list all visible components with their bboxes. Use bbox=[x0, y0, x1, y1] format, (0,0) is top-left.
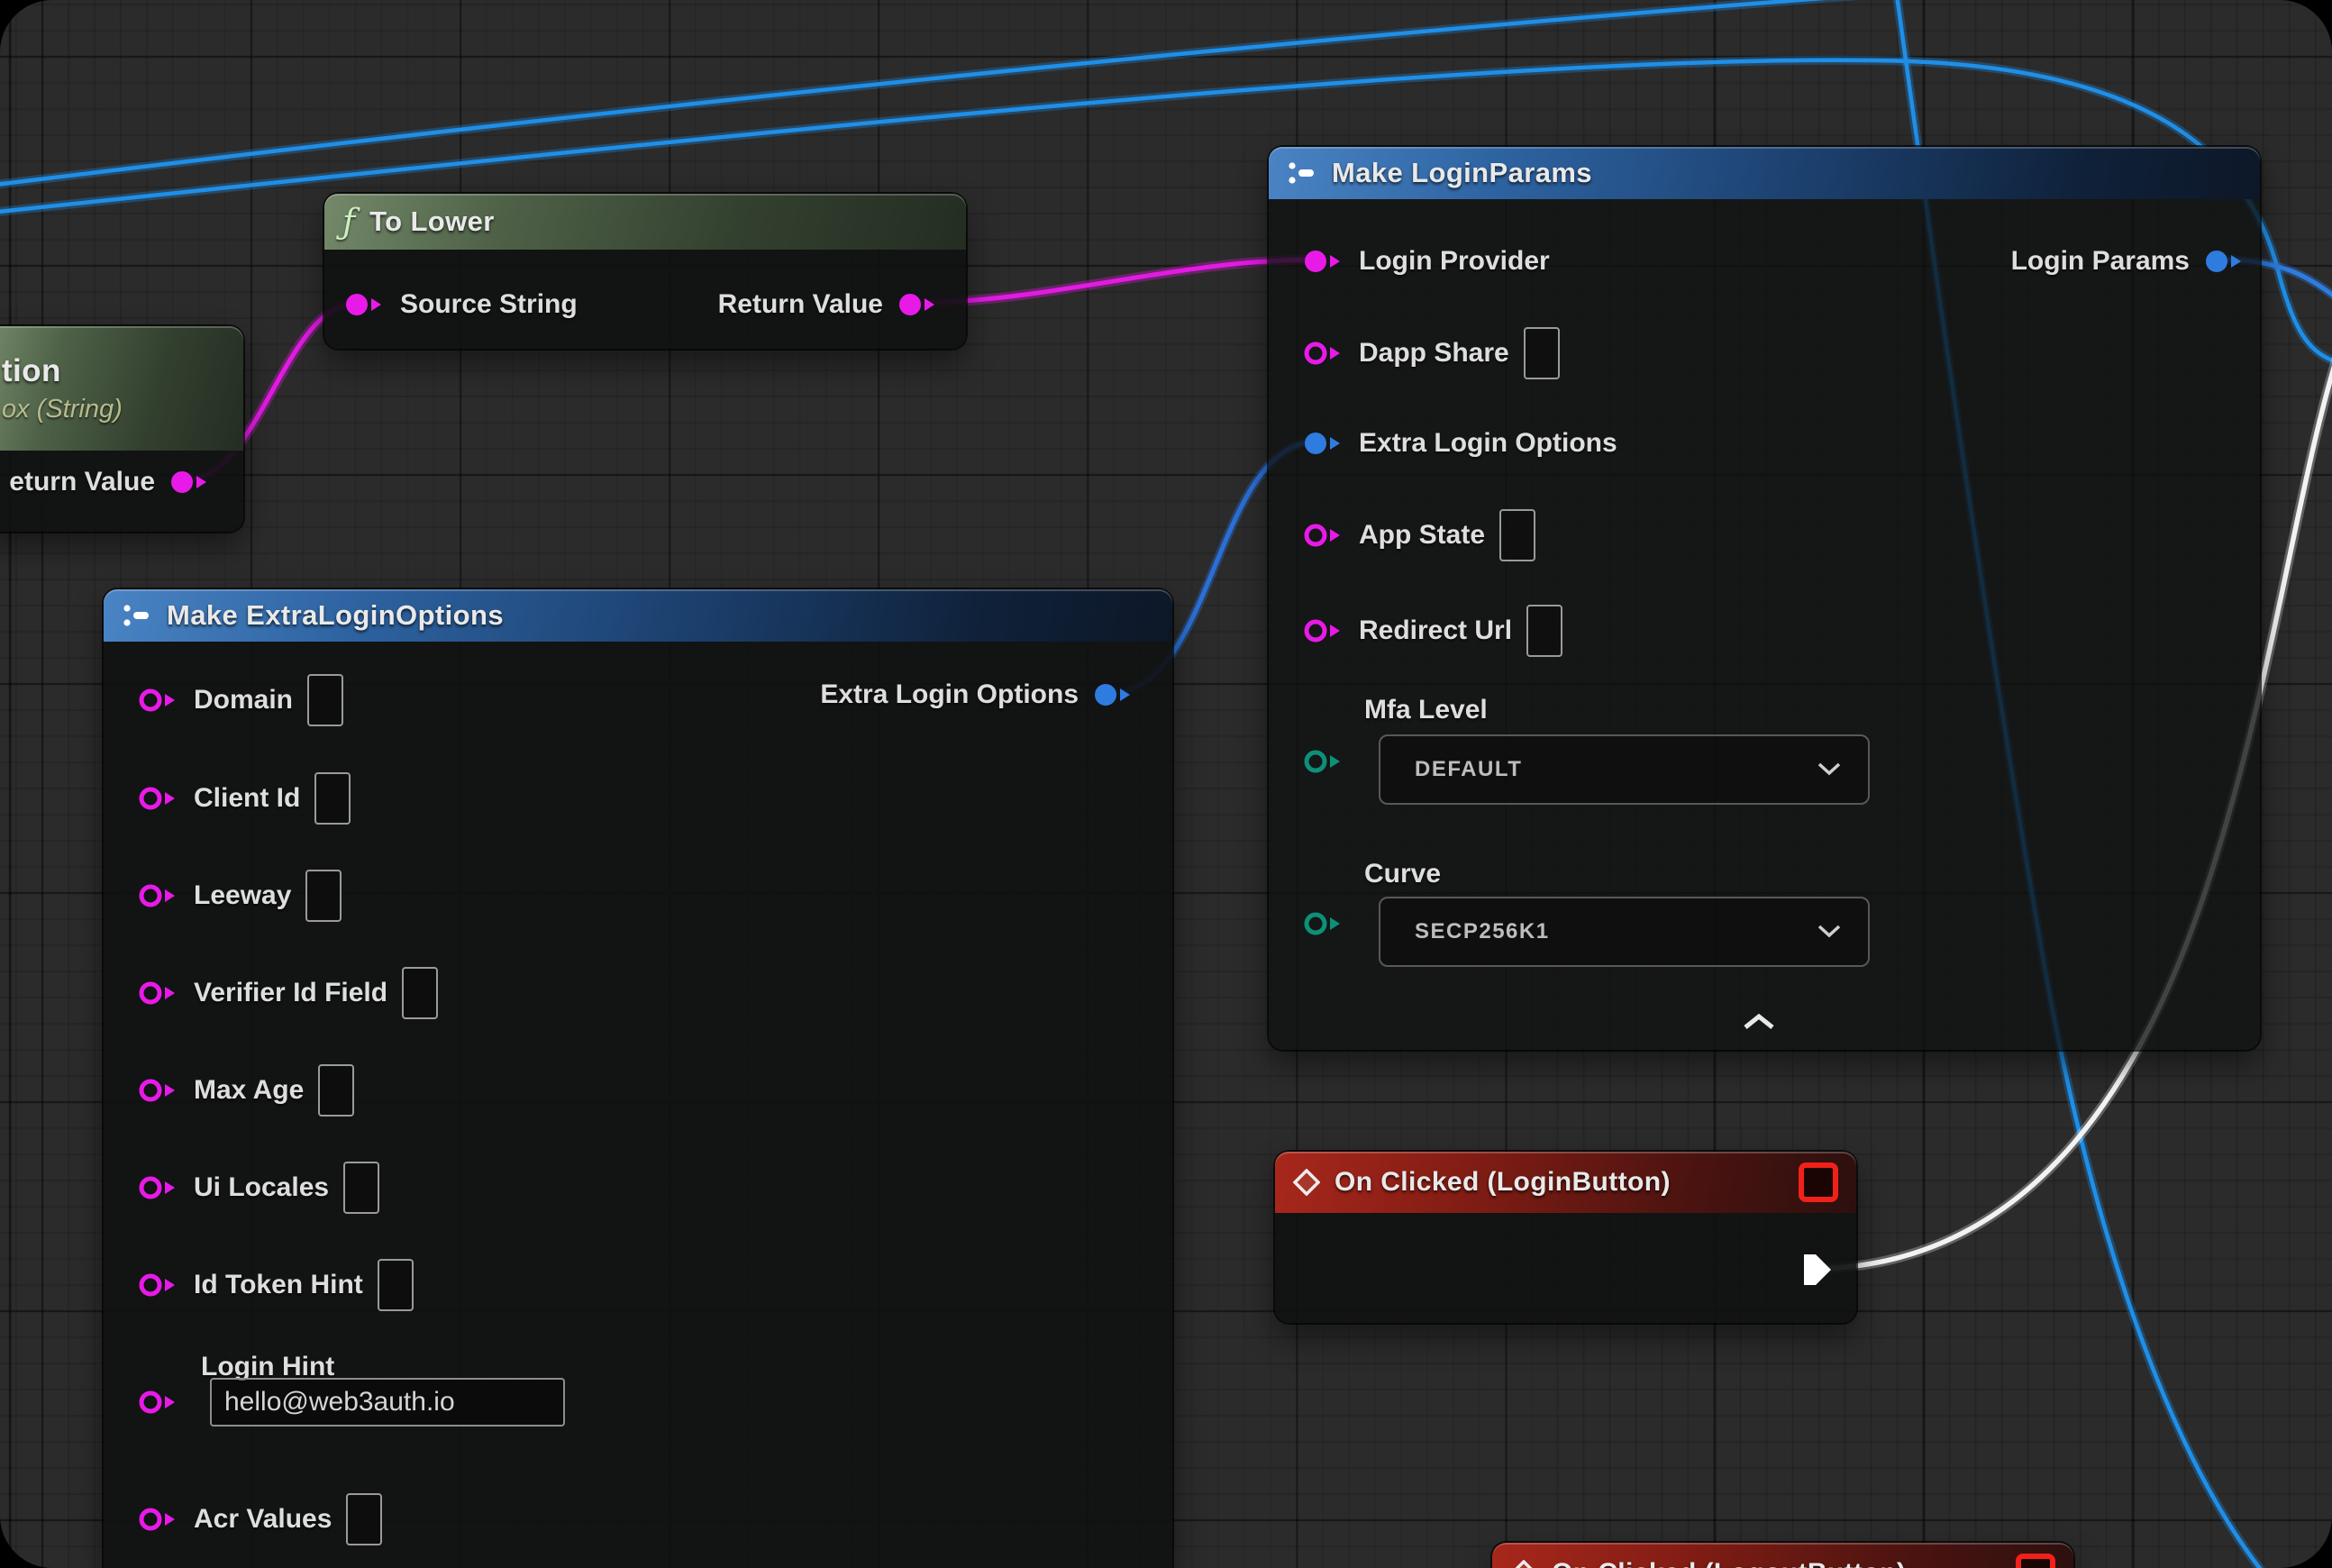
pin-label-redirect-url: Redirect Url bbox=[1359, 615, 1512, 646]
client-id-value-field[interactable] bbox=[314, 772, 351, 825]
string-input-pin[interactable] bbox=[138, 980, 179, 1007]
leeway-value-field[interactable] bbox=[305, 870, 342, 922]
string-input-pin[interactable] bbox=[138, 1272, 179, 1299]
string-output-pin[interactable] bbox=[169, 469, 211, 496]
struct-input-pin[interactable] bbox=[1303, 430, 1344, 457]
chevron-down-icon bbox=[1817, 762, 1841, 777]
make-struct-icon bbox=[1287, 160, 1317, 187]
string-input-pin[interactable] bbox=[138, 785, 179, 812]
max-age-value-field[interactable] bbox=[318, 1064, 354, 1117]
pin-label-return-value: eturn Value bbox=[9, 467, 155, 497]
pin-label-return-value: Return Value bbox=[718, 289, 883, 320]
event-icon bbox=[1510, 1560, 1537, 1568]
node-title: To Lower bbox=[369, 205, 495, 238]
pin-label-leeway: Leeway bbox=[194, 880, 291, 911]
acr-values-value-field[interactable] bbox=[346, 1493, 382, 1545]
node-to-lower[interactable]: ƒ To Lower Source String Return Value bbox=[324, 194, 966, 349]
node-on-clicked-login-button[interactable]: On Clicked (LoginButton) bbox=[1275, 1152, 1856, 1323]
string-input-pin[interactable] bbox=[138, 1506, 179, 1533]
string-input-pin[interactable] bbox=[1303, 522, 1344, 549]
string-input-pin[interactable] bbox=[138, 687, 179, 714]
ui-locales-value-field[interactable] bbox=[343, 1162, 379, 1214]
login-hint-value-field[interactable]: hello@web3auth.io bbox=[210, 1378, 565, 1427]
login-hint-value: hello@web3auth.io bbox=[224, 1387, 455, 1418]
pin-label-client-id: Client Id bbox=[194, 783, 300, 814]
string-input-pin[interactable] bbox=[138, 1389, 179, 1416]
curve-value: SECP256K1 bbox=[1415, 919, 1550, 944]
string-input-pin[interactable] bbox=[1303, 340, 1344, 367]
exec-output-pin[interactable] bbox=[1802, 1253, 1833, 1287]
string-output-pin[interactable] bbox=[897, 291, 939, 318]
function-icon: ƒ bbox=[342, 205, 355, 239]
pin-label-max-age: Max Age bbox=[194, 1075, 304, 1106]
pin-label-login-provider: Login Provider bbox=[1359, 246, 1550, 277]
curve-dropdown[interactable]: SECP256K1 bbox=[1379, 897, 1870, 967]
pin-label-curve: Curve bbox=[1364, 859, 1441, 889]
node-get-selected-option[interactable]: tion ox (String) eturn Value bbox=[0, 326, 243, 532]
pin-label-domain: Domain bbox=[194, 685, 293, 716]
pin-label-source-string: Source String bbox=[400, 289, 578, 320]
pin-label-dapp-share: Dapp Share bbox=[1359, 338, 1509, 369]
blueprint-canvas[interactable]: tion ox (String) eturn Value ƒ To Lower … bbox=[0, 0, 2332, 1568]
enum-input-pin[interactable] bbox=[1303, 910, 1344, 937]
pin-label-extra-login-options-out: Extra Login Options bbox=[820, 679, 1079, 710]
pin-label-id-token-hint: Id Token Hint bbox=[194, 1270, 363, 1300]
mfa-level-dropdown[interactable]: DEFAULT bbox=[1379, 734, 1870, 805]
verifier-id-value-field[interactable] bbox=[402, 967, 438, 1019]
node-title: tion bbox=[2, 353, 61, 389]
node-on-clicked-logout-button[interactable]: On Clicked (LogoutButton) bbox=[1492, 1543, 2073, 1568]
pin-label-extra-login-options-in: Extra Login Options bbox=[1359, 428, 1617, 459]
widget-event-badge bbox=[1799, 1162, 1838, 1202]
struct-output-pin[interactable] bbox=[1093, 681, 1134, 708]
id-token-hint-value-field[interactable] bbox=[378, 1259, 414, 1311]
mfa-level-value: DEFAULT bbox=[1415, 757, 1522, 782]
event-icon bbox=[1293, 1169, 1320, 1196]
enum-input-pin[interactable] bbox=[1303, 748, 1344, 775]
node-title: Make LoginParams bbox=[1332, 157, 1592, 189]
pin-label-app-state: App State bbox=[1359, 520, 1485, 551]
string-input-pin[interactable] bbox=[138, 1174, 179, 1201]
string-input-pin[interactable] bbox=[1303, 617, 1344, 644]
domain-value-field[interactable] bbox=[307, 674, 343, 726]
make-struct-icon bbox=[122, 602, 152, 629]
dapp-share-value-field[interactable] bbox=[1524, 327, 1560, 379]
pin-label-login-params-out: Login Params bbox=[2011, 246, 2190, 277]
pin-label-verifier-id-field: Verifier Id Field bbox=[194, 978, 387, 1008]
node-title: On Clicked (LoginButton) bbox=[1335, 1167, 1671, 1198]
string-input-pin[interactable] bbox=[1303, 248, 1344, 275]
pin-label-acr-values: Acr Values bbox=[194, 1504, 332, 1535]
node-make-login-params[interactable]: Make LoginParams Login Params Login Prov… bbox=[1269, 147, 2260, 1050]
pin-label-mfa-level: Mfa Level bbox=[1364, 695, 1488, 725]
node-title: On Clicked (LogoutButton) bbox=[1552, 1558, 1906, 1568]
chevron-down-icon bbox=[1817, 925, 1841, 939]
node-subtitle: ox (String) bbox=[2, 395, 123, 424]
pin-label-ui-locales: Ui Locales bbox=[194, 1172, 329, 1203]
string-input-pin[interactable] bbox=[344, 291, 386, 318]
wire-tolower-to-provider bbox=[913, 260, 1317, 303]
string-input-pin[interactable] bbox=[138, 1077, 179, 1104]
widget-event-badge bbox=[2016, 1554, 2055, 1568]
node-make-extra-login-options[interactable]: Make ExtraLoginOptions Extra Login Optio… bbox=[104, 589, 1172, 1568]
string-input-pin[interactable] bbox=[138, 882, 179, 909]
collapse-node-chevron[interactable] bbox=[1743, 1014, 1775, 1030]
node-title: Make ExtraLoginOptions bbox=[167, 599, 504, 632]
redirect-url-value-field[interactable] bbox=[1526, 605, 1562, 657]
app-state-value-field[interactable] bbox=[1499, 509, 1535, 561]
struct-output-pin[interactable] bbox=[2204, 248, 2245, 275]
